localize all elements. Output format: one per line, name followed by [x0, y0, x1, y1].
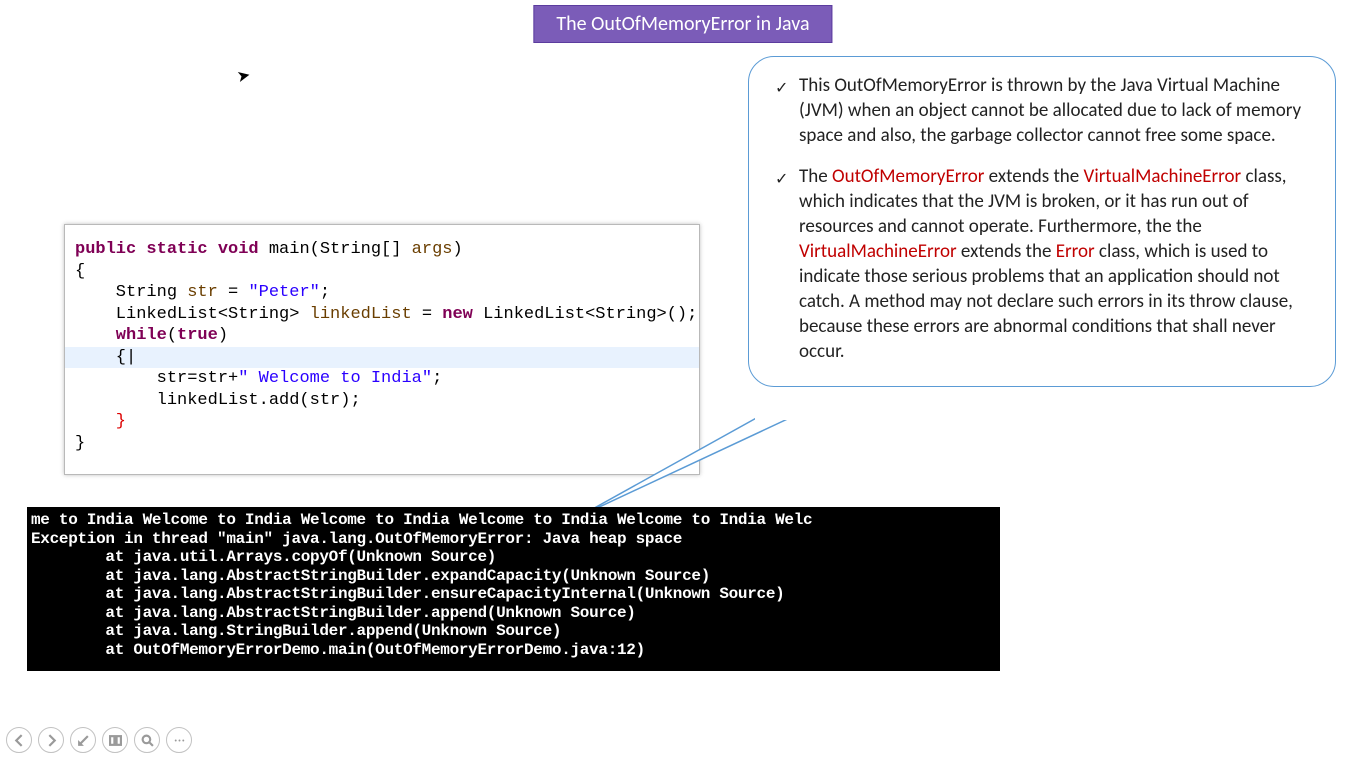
code-text: = [218, 283, 249, 302]
callout-text: This OutOfMemoryError is thrown by the J… [799, 73, 1309, 148]
code-text: linkedList.add(str); [75, 391, 361, 410]
callout-item: ✓ This OutOfMemoryError is thrown by the… [775, 73, 1309, 148]
code-keyword: public static void [75, 240, 259, 259]
t: extends the [957, 240, 1056, 263]
more-button[interactable] [166, 727, 192, 753]
code-snippet: public static void main(String[] args) {… [64, 224, 700, 475]
code-text: } [75, 412, 126, 431]
code-text: ; [320, 283, 330, 302]
prev-button[interactable] [6, 727, 32, 753]
code-text: ; [432, 369, 442, 388]
explanation-callout: ✓ This OutOfMemoryError is thrown by the… [748, 56, 1336, 387]
code-text: String [75, 283, 187, 302]
checkmark-icon: ✓ [775, 164, 799, 364]
console-output: me to India Welcome to India Welcome to … [27, 507, 1000, 671]
code-param: str [187, 283, 218, 302]
code-text: = [412, 305, 443, 324]
code-text: } [75, 434, 85, 453]
code-text: { [75, 348, 126, 367]
code-keyword: while [75, 326, 167, 345]
code-text: LinkedList<String>(); [473, 305, 697, 324]
highlight-term: Error [1056, 240, 1095, 263]
next-button[interactable] [38, 727, 64, 753]
t: The [799, 165, 832, 188]
slides-button[interactable] [102, 727, 128, 753]
code-text: ( [167, 326, 177, 345]
code-string: "Peter" [248, 283, 319, 302]
player-toolbar [0, 723, 1366, 757]
code-param: linkedList [310, 305, 412, 324]
code-text: main(String[] [259, 240, 412, 259]
code-text: LinkedList<String> [75, 305, 310, 324]
highlight-term: VirtualMachineError [799, 240, 957, 263]
highlight-term: VirtualMachineError [1084, 165, 1242, 188]
code-param: args [412, 240, 453, 259]
slide-title: The OutOfMemoryError in Java [533, 5, 832, 43]
code-keyword: true [177, 326, 218, 345]
pen-button[interactable] [70, 727, 96, 753]
code-text: str=str+ [75, 369, 238, 388]
zoom-button[interactable] [134, 727, 160, 753]
code-text: ) [452, 240, 462, 259]
highlight-term: OutOfMemoryError [832, 165, 984, 188]
t: extends the [984, 165, 1083, 188]
code-text: { [75, 262, 85, 281]
cursor-icon: ➤ [235, 65, 252, 87]
callout-text: The OutOfMemoryError extends the Virtual… [799, 164, 1309, 364]
callout-item: ✓ The OutOfMemoryError extends the Virtu… [775, 164, 1309, 364]
code-string: " Welcome to India" [238, 369, 432, 388]
checkmark-icon: ✓ [775, 73, 799, 148]
code-keyword: new [442, 305, 473, 324]
code-text: ) [218, 326, 228, 345]
